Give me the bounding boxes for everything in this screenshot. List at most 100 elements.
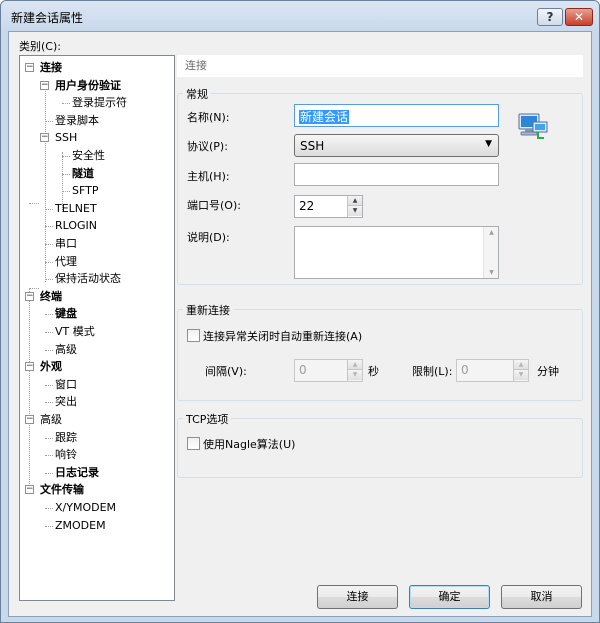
host-label: 主机(H): bbox=[187, 170, 230, 183]
spin-down-icon[interactable]: ▼ bbox=[514, 370, 528, 380]
close-icon: ✕ bbox=[573, 10, 585, 24]
reconnect-group bbox=[177, 309, 583, 401]
ok-button[interactable]: 确定 bbox=[409, 585, 490, 609]
tree-item[interactable]: 日志记录 bbox=[55, 464, 99, 481]
auto-reconnect-checkbox[interactable] bbox=[187, 329, 200, 342]
interval-spinner-buttons: ▲ ▼ bbox=[347, 360, 362, 381]
dialog-client: 类别(C): − 连接 − 用户身份验证 登录提示符 登录脚本 − SSH 安全性 隧道 SFTP T… bbox=[8, 31, 592, 617]
tree-item[interactable]: 高级 bbox=[55, 341, 77, 358]
tree-branch-line bbox=[45, 455, 53, 457]
protocol-label: 协议(P): bbox=[187, 140, 228, 153]
spin-up-icon[interactable]: ▲ bbox=[348, 360, 362, 370]
tree-branch-line bbox=[45, 279, 53, 281]
name-input[interactable]: 新建会话 bbox=[294, 104, 499, 127]
spin-up-icon[interactable]: ▲ bbox=[348, 196, 362, 206]
tree-item[interactable]: X/YMODEM bbox=[55, 499, 116, 516]
tree-branch-line bbox=[62, 103, 70, 105]
tree-item[interactable]: 突出 bbox=[55, 393, 77, 410]
network-computer-icon bbox=[516, 110, 550, 144]
limit-label: 限制(L): bbox=[412, 365, 453, 378]
tree-collapse-icon[interactable]: − bbox=[40, 133, 49, 143]
tcp-group-title: TCP选项 bbox=[183, 411, 232, 427]
tree-item[interactable]: 连接 bbox=[40, 59, 62, 76]
tree-item[interactable]: 文件传输 bbox=[40, 481, 84, 498]
scroll-up-icon[interactable]: ▲ bbox=[484, 229, 499, 236]
tree-item[interactable]: 键盘 bbox=[55, 305, 77, 322]
tree-branch-line bbox=[45, 226, 53, 228]
tree-item[interactable]: 串口 bbox=[55, 235, 77, 252]
tree-item[interactable]: 用户身份验证 bbox=[55, 77, 121, 94]
tree-item[interactable]: 隧道 bbox=[72, 165, 94, 182]
limit-spinner-value: 0 bbox=[461, 363, 469, 377]
tree-item[interactable]: 代理 bbox=[55, 253, 77, 270]
auto-reconnect-label: 连接异常关闭时自动重新连接(A) bbox=[203, 330, 363, 343]
tree-item[interactable]: 外观 bbox=[40, 358, 62, 375]
tree-guide-line bbox=[45, 82, 46, 282]
tree-branch-line bbox=[62, 173, 70, 175]
tree-branch-line bbox=[45, 314, 53, 316]
dialog-window: 新建会话属性 ? ✕ 类别(C): − 连接 − 用户身份验证 登录提示符 登录脚本 − SS… bbox=[0, 0, 600, 623]
tree-branch-line bbox=[62, 156, 70, 157]
tree-item[interactable]: TELNET bbox=[55, 200, 97, 217]
description-textarea[interactable]: ▲ ▼ bbox=[294, 226, 499, 279]
name-label: 名称(N): bbox=[187, 111, 230, 124]
connect-button[interactable]: 连接 bbox=[317, 585, 398, 609]
category-tree[interactable]: − 连接 − 用户身份验证 登录提示符 登录脚本 − SSH 安全性 隧道 SFTP TELNET RL… bbox=[19, 55, 175, 601]
tree-item[interactable]: VT 模式 bbox=[55, 323, 95, 340]
limit-spinner-buttons: ▲ ▼ bbox=[513, 360, 528, 381]
tree-branch-line bbox=[45, 472, 53, 474]
tree-branch-line bbox=[45, 525, 53, 527]
spin-down-icon[interactable]: ▼ bbox=[348, 370, 362, 380]
tree-collapse-icon[interactable]: − bbox=[25, 63, 34, 72]
limit-unit: 分钟 bbox=[537, 365, 559, 378]
port-spinner-value: 22 bbox=[299, 199, 315, 213]
tree-item[interactable]: 高级 bbox=[40, 411, 62, 428]
spin-down-icon[interactable]: ▼ bbox=[348, 206, 362, 216]
tree-item[interactable]: SSH bbox=[55, 129, 77, 146]
tree-collapse-icon[interactable]: − bbox=[25, 415, 34, 424]
tree-branch-line bbox=[45, 244, 53, 245]
tree-branch-line bbox=[62, 191, 70, 193]
title-bar: 新建会话属性 ? ✕ bbox=[1, 1, 599, 31]
question-icon: ? bbox=[546, 10, 554, 24]
interval-spinner[interactable]: 0 ▲ ▼ bbox=[294, 359, 363, 382]
tree-collapse-icon[interactable]: − bbox=[40, 80, 49, 90]
port-spinner[interactable]: 22 ▲ ▼ bbox=[294, 195, 363, 218]
tree-item[interactable]: 窗口 bbox=[55, 376, 77, 393]
host-input[interactable] bbox=[294, 163, 499, 186]
tree-collapse-icon[interactable]: − bbox=[25, 362, 34, 372]
tree-item[interactable]: RLOGIN bbox=[55, 217, 97, 234]
tree-branch-line bbox=[45, 384, 53, 386]
tree-item[interactable]: 响铃 bbox=[55, 446, 77, 463]
nagle-checkbox[interactable] bbox=[187, 437, 200, 450]
name-input-value: 新建会话 bbox=[299, 110, 350, 124]
tree-branch-line bbox=[45, 437, 53, 439]
tree-item[interactable]: SFTP bbox=[72, 182, 98, 199]
help-button[interactable]: ? bbox=[537, 8, 563, 26]
tree-item[interactable]: 登录提示符 bbox=[72, 94, 127, 111]
tree-item[interactable]: ZMODEM bbox=[55, 517, 106, 534]
spin-up-icon[interactable]: ▲ bbox=[514, 360, 528, 370]
description-label: 说明(D): bbox=[187, 231, 230, 244]
interval-unit: 秒 bbox=[368, 365, 379, 378]
tree-guide-line bbox=[29, 203, 39, 204]
close-button[interactable]: ✕ bbox=[565, 8, 593, 26]
tree-item[interactable]: 终端 bbox=[40, 288, 62, 305]
tree-branch-line bbox=[45, 208, 53, 210]
tree-item[interactable]: 安全性 bbox=[72, 147, 105, 164]
tree-item[interactable]: 跟踪 bbox=[55, 429, 77, 446]
tree-branch-line bbox=[45, 402, 53, 404]
protocol-select[interactable]: SSH ▼ bbox=[294, 134, 499, 157]
tree-item[interactable]: 登录脚本 bbox=[55, 112, 99, 129]
categories-label: 类别(C): bbox=[19, 40, 61, 53]
page-header: 连接 bbox=[177, 55, 583, 77]
tree-branch-line bbox=[45, 332, 53, 333]
scroll-down-icon[interactable]: ▼ bbox=[484, 269, 499, 276]
limit-spinner[interactable]: 0 ▲ ▼ bbox=[456, 359, 529, 382]
port-label: 端口号(O): bbox=[187, 199, 241, 212]
tree-collapse-icon[interactable]: − bbox=[25, 485, 34, 495]
tree-collapse-icon[interactable]: − bbox=[25, 291, 34, 301]
description-scrollbar[interactable]: ▲ ▼ bbox=[483, 227, 498, 278]
tree-item[interactable]: 保持活动状态 bbox=[55, 270, 121, 287]
cancel-button[interactable]: 取消 bbox=[501, 585, 582, 609]
